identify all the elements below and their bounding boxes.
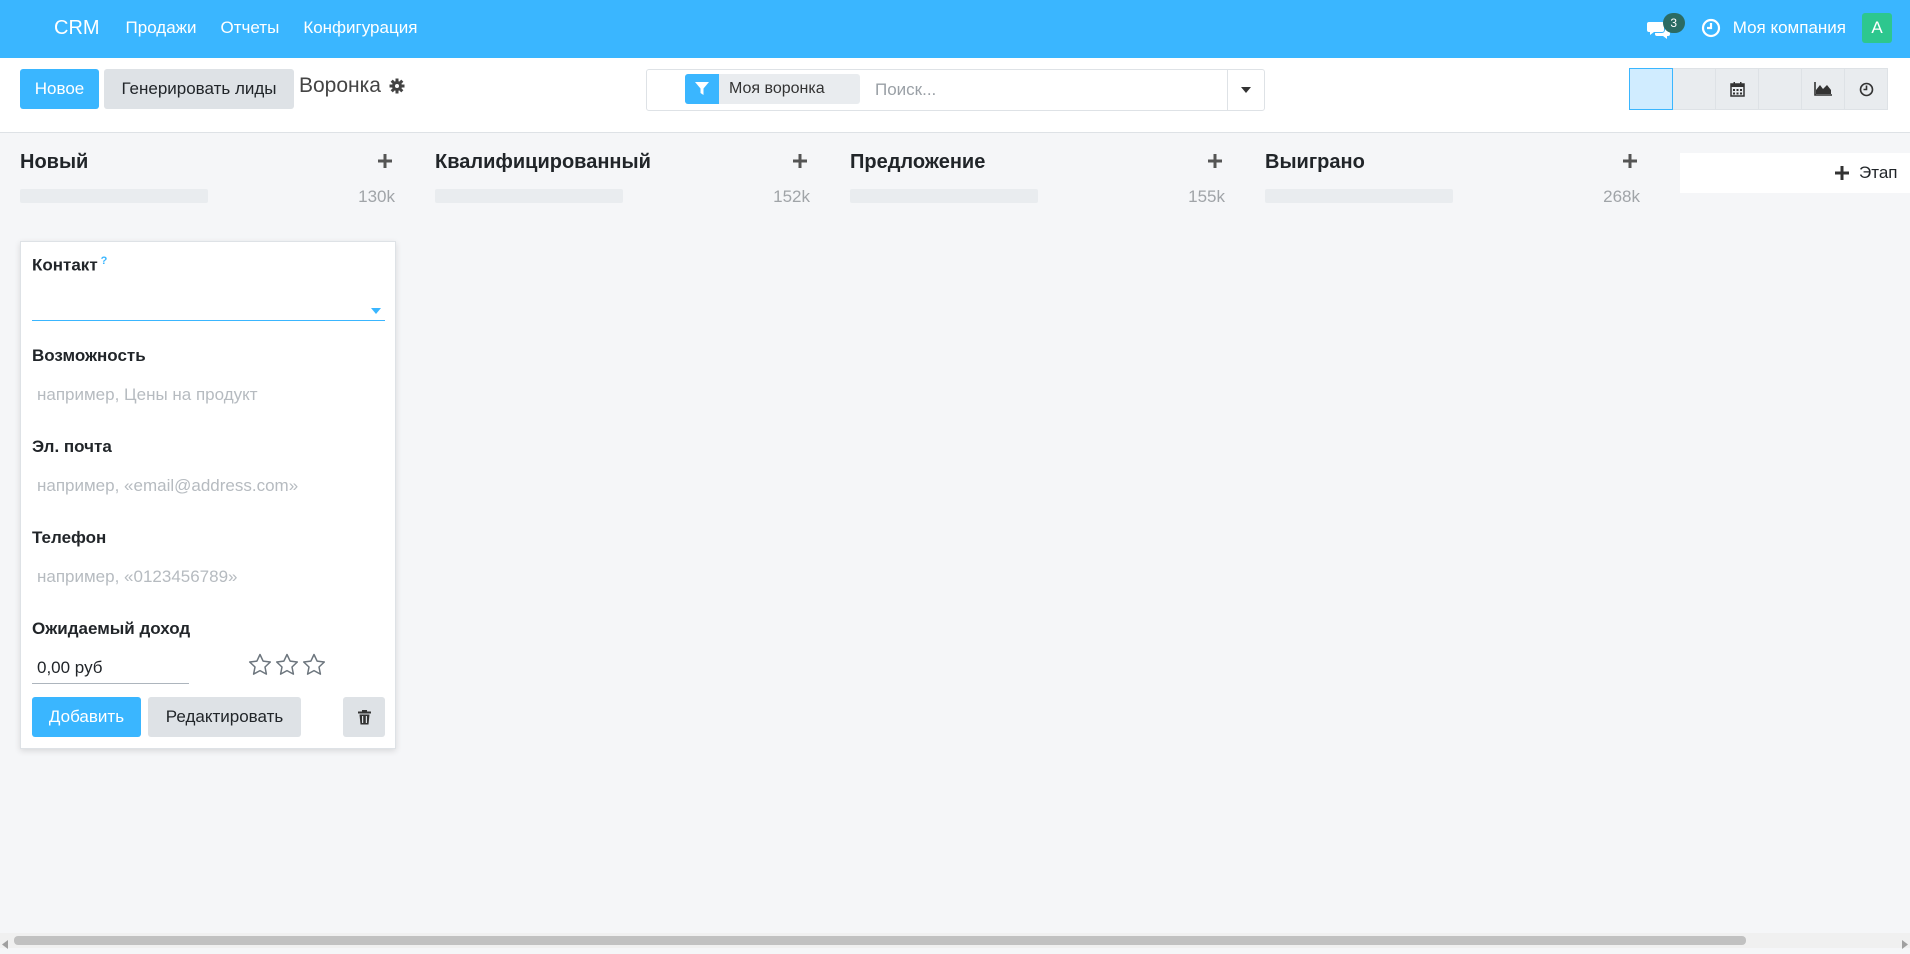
column-progress-bar[interactable] bbox=[1265, 189, 1453, 203]
column-title: Квалифицированный bbox=[435, 151, 651, 173]
caret-down-icon bbox=[1241, 87, 1251, 93]
activities-button[interactable] bbox=[1701, 18, 1721, 38]
graph-view-button[interactable] bbox=[1801, 68, 1845, 110]
plus-icon bbox=[1835, 166, 1849, 180]
delete-button[interactable] bbox=[343, 697, 385, 737]
calendar-icon bbox=[1729, 81, 1745, 97]
filter-icon bbox=[685, 74, 719, 104]
column-progress-bar[interactable] bbox=[435, 189, 623, 203]
page-title: Воронка bbox=[299, 74, 381, 97]
new-button[interactable]: Новое bbox=[20, 69, 99, 109]
quick-create-card: Контакт? Возможность Эл. почта Телефон О… bbox=[20, 241, 396, 749]
contact-select[interactable] bbox=[32, 288, 385, 321]
phone-label: Телефон bbox=[32, 528, 107, 547]
contact-label: Контакт? bbox=[32, 255, 107, 276]
contact-label-text: Контакт bbox=[32, 255, 98, 275]
column-title: Предложение bbox=[850, 151, 986, 173]
plus-icon[interactable] bbox=[790, 151, 810, 171]
search-facet[interactable]: Моя воронка bbox=[685, 74, 860, 104]
messages-button[interactable]: 3 bbox=[1646, 13, 1685, 43]
scroll-right-icon[interactable] bbox=[1902, 936, 1908, 954]
opportunity-label: Возможность bbox=[32, 346, 146, 365]
company-switcher[interactable]: Моя компания bbox=[1733, 18, 1846, 38]
opportunity-input[interactable] bbox=[32, 379, 385, 411]
column-progress-bar[interactable] bbox=[20, 189, 208, 203]
edit-button[interactable]: Редактировать bbox=[148, 697, 301, 737]
email-input[interactable] bbox=[32, 470, 385, 502]
column-sum: 152k bbox=[773, 187, 810, 206]
list-view-button[interactable] bbox=[1672, 68, 1716, 110]
add-stage-label: Этап bbox=[1859, 163, 1898, 182]
revenue-label: Ожидаемый доход bbox=[32, 619, 191, 638]
star-icon[interactable] bbox=[275, 653, 299, 676]
star-icon[interactable] bbox=[248, 653, 272, 676]
navbar-left: CRM Продажи Отчеты Конфигурация bbox=[54, 0, 441, 56]
messages-count-badge: 3 bbox=[1662, 13, 1685, 33]
calendar-view-button[interactable] bbox=[1715, 68, 1759, 110]
clock-icon bbox=[1859, 82, 1873, 96]
priority-stars bbox=[248, 653, 329, 676]
column-title: Новый bbox=[20, 151, 89, 173]
column-sum: 130k bbox=[358, 187, 395, 206]
view-switcher bbox=[1629, 68, 1888, 110]
column-sum: 268k bbox=[1603, 187, 1640, 206]
area-chart-icon bbox=[1814, 82, 1832, 96]
help-icon[interactable]: ? bbox=[101, 255, 108, 267]
phone-input[interactable] bbox=[32, 561, 385, 593]
column-progress-bar[interactable] bbox=[850, 189, 1038, 203]
kanban-view-button[interactable] bbox=[1629, 68, 1673, 110]
scrollbar-thumb[interactable] bbox=[14, 936, 1746, 945]
facet-label: Моя воронка bbox=[729, 80, 825, 97]
pivot-view-button[interactable] bbox=[1758, 68, 1802, 110]
app-brand[interactable]: CRM bbox=[54, 17, 100, 40]
menu-sales[interactable]: Продажи bbox=[126, 18, 197, 38]
search-bar: Моя воронка bbox=[646, 69, 1265, 111]
trash-icon bbox=[357, 709, 371, 724]
star-icon[interactable] bbox=[302, 653, 326, 676]
top-navbar: CRM Продажи Отчеты Конфигурация 3 Моя ко… bbox=[0, 0, 1910, 58]
user-avatar[interactable]: A bbox=[1862, 13, 1892, 43]
add-stage-button[interactable]: Этап bbox=[1680, 153, 1910, 193]
search-options-toggle[interactable] bbox=[1227, 70, 1264, 110]
clock-icon bbox=[1701, 18, 1720, 38]
plus-icon[interactable] bbox=[1620, 151, 1640, 171]
gear-icon[interactable] bbox=[389, 78, 405, 94]
plus-icon[interactable] bbox=[1205, 151, 1225, 171]
generate-leads-button[interactable]: Генерировать лиды bbox=[104, 69, 294, 109]
revenue-input[interactable]: 0,00 руб bbox=[32, 652, 189, 684]
scroll-left-icon[interactable] bbox=[2, 936, 8, 954]
activity-view-button[interactable] bbox=[1844, 68, 1888, 110]
search-input[interactable] bbox=[873, 72, 1217, 108]
control-panel: Новое Генерировать лиды Воронка Моя воро… bbox=[0, 58, 1910, 133]
add-button[interactable]: Добавить bbox=[32, 697, 141, 737]
caret-down-icon bbox=[371, 301, 381, 319]
breadcrumb: Воронка bbox=[299, 74, 405, 98]
column-sum: 155k bbox=[1188, 187, 1225, 206]
column-title: Выиграно bbox=[1265, 151, 1365, 173]
menu-configuration[interactable]: Конфигурация bbox=[303, 18, 417, 38]
menu-reports[interactable]: Отчеты bbox=[221, 18, 280, 38]
email-label: Эл. почта bbox=[32, 437, 112, 456]
plus-icon[interactable] bbox=[375, 151, 395, 171]
navbar-right: 3 Моя компания A bbox=[1646, 0, 1910, 56]
horizontal-scrollbar[interactable] bbox=[0, 933, 1910, 949]
